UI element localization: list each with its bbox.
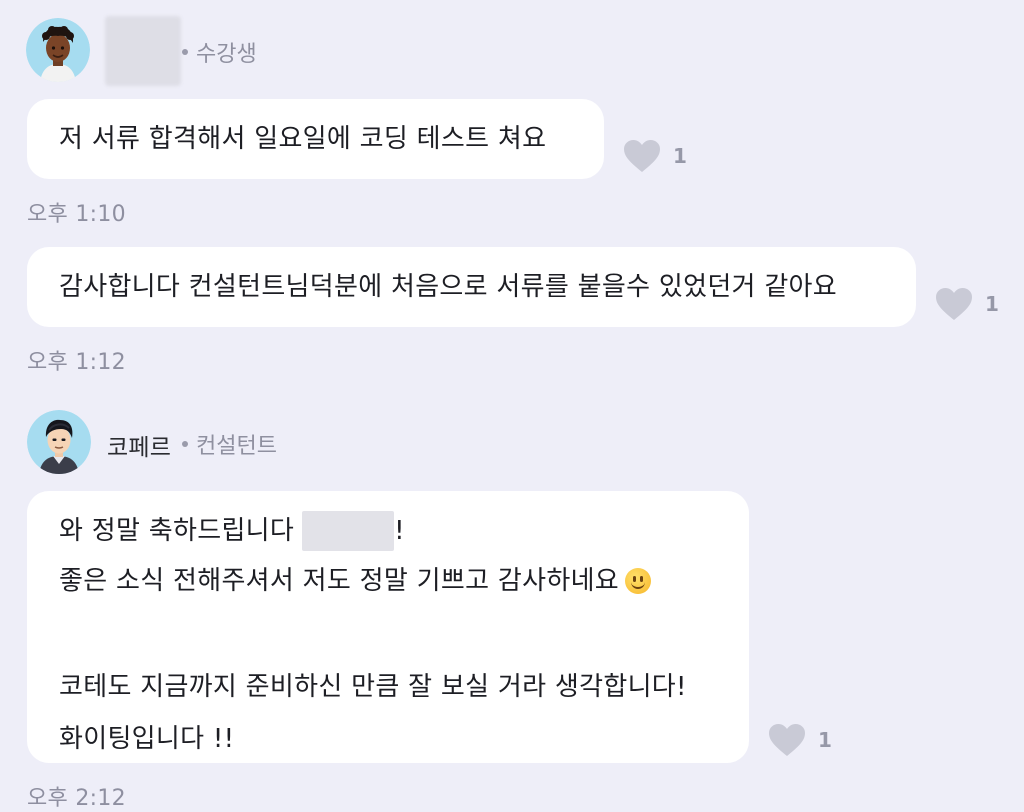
message-bubble[interactable]: 와 정말 축하드립니다 ! 좋은 소식 전해주셔서 저도 정말 기쁘고 감사하네… bbox=[27, 491, 749, 763]
smiling-face-emoji-icon bbox=[625, 568, 652, 594]
sender-role: 컨설턴트 bbox=[182, 430, 277, 459]
message-text: 저 서류 합격해서 일요일에 코딩 테스트 쳐요 bbox=[59, 124, 547, 154]
message-text-blank-line bbox=[59, 611, 717, 651]
heart-icon bbox=[624, 140, 660, 172]
message-timestamp: 오후 1:10 bbox=[27, 202, 126, 227]
message-timestamp: 오후 1:12 bbox=[27, 350, 126, 375]
like-reaction[interactable]: 1 bbox=[623, 138, 687, 174]
reaction-count: 1 bbox=[985, 292, 999, 316]
message-text-line: 코테도 지금까지 준비하신 만큼 잘 보실 거라 생각합니다! bbox=[59, 672, 687, 702]
message-timestamp: 오후 2:12 bbox=[27, 786, 126, 811]
role-separator-dot bbox=[182, 441, 188, 447]
like-reaction[interactable]: 1 bbox=[935, 286, 999, 322]
student-avatar[interactable] bbox=[26, 18, 90, 82]
heart-icon bbox=[936, 288, 972, 320]
sender-name: 코페르 bbox=[107, 435, 172, 461]
like-reaction[interactable]: 1 bbox=[768, 722, 832, 758]
message-text: 와 정말 축하드립니다 bbox=[59, 516, 295, 546]
sender-name-redacted bbox=[105, 16, 181, 86]
message-text-line: 좋은 소식 전해주셔서 저도 정말 기쁘고 감사하네요 bbox=[59, 561, 717, 601]
message-text: 좋은 소식 전해주셔서 저도 정말 기쁘고 감사하네요 bbox=[59, 566, 620, 596]
message-bubble[interactable]: 감사합니다 컨설턴트님덕분에 처음으로 서류를 붙을수 있었던거 같아요 bbox=[27, 247, 916, 327]
reaction-count: 1 bbox=[673, 144, 687, 168]
sender-role-label: 수강생 bbox=[196, 42, 257, 67]
message-bubble[interactable]: 저 서류 합격해서 일요일에 코딩 테스트 쳐요 bbox=[27, 99, 604, 179]
sender-role: 수강생 bbox=[182, 38, 257, 67]
consultant-avatar[interactable] bbox=[27, 410, 91, 474]
heart-icon bbox=[769, 724, 805, 756]
reaction-count: 1 bbox=[818, 728, 832, 752]
role-separator-dot bbox=[182, 49, 188, 55]
recipient-name-redacted bbox=[302, 511, 395, 551]
sender-role-label: 컨설턴트 bbox=[196, 434, 277, 459]
message-text: ! bbox=[394, 516, 405, 546]
message-text-line: 와 정말 축하드립니다 ! bbox=[59, 511, 717, 551]
message-text-line: 화이팅입니다 !! bbox=[59, 724, 235, 754]
message-text: 감사합니다 컨설턴트님덕분에 처음으로 서류를 붙을수 있었던거 같아요 bbox=[59, 272, 837, 302]
